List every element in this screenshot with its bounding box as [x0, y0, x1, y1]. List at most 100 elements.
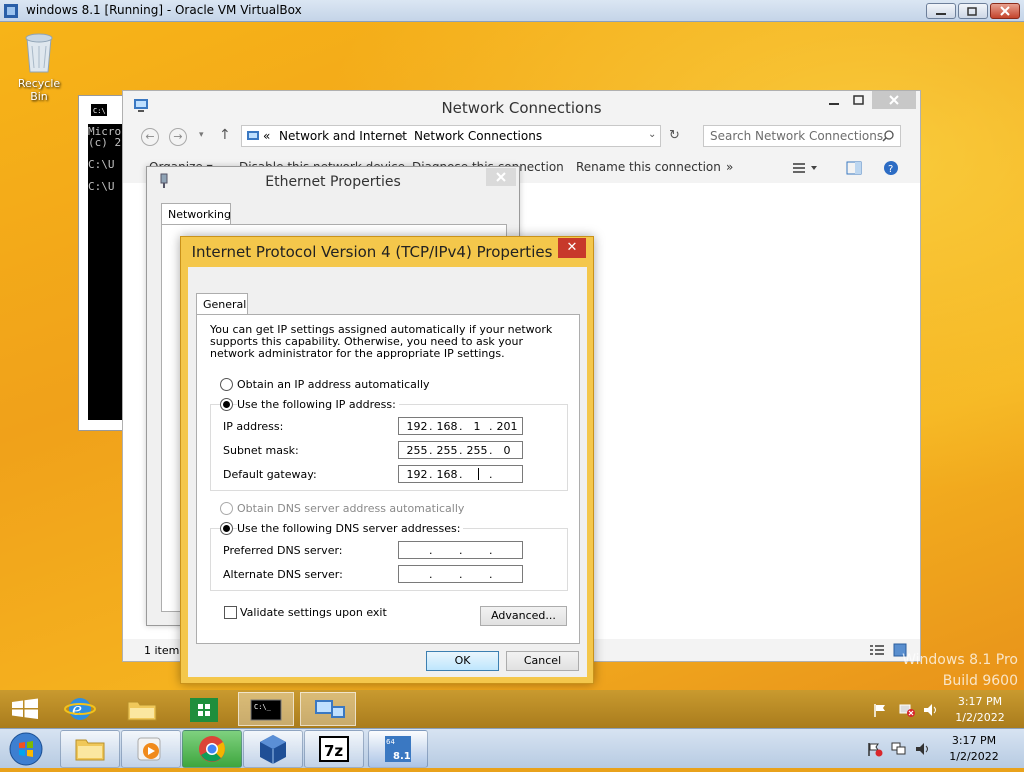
network-disconnected-icon[interactable] — [898, 702, 916, 718]
use-following-ip-radio[interactable] — [220, 398, 233, 411]
host-taskbar-7zip[interactable]: 7z — [304, 730, 364, 768]
subnet-mask-field[interactable]: 255. 255. 255. 0 — [398, 441, 523, 459]
svg-text:?: ? — [888, 164, 893, 175]
breadcrumb-network-connections[interactable]: Network Connections — [414, 129, 542, 143]
preferred-dns-field[interactable]: ... — [398, 541, 523, 559]
ip-address-field[interactable]: 192. 168. 1. 201 — [398, 417, 523, 435]
guest-desktop: Recycle Bin C:\ Micro (c) 2 C:\U C:\U Net… — [0, 22, 1024, 690]
host-volume-icon[interactable] — [914, 741, 932, 757]
taskbar-command-prompt[interactable]: C:\_ — [238, 692, 294, 726]
explorer-title: Network Connections — [441, 99, 602, 117]
host-start-button[interactable] — [4, 729, 48, 769]
default-gateway-field[interactable]: 192. 168. . — [398, 465, 523, 483]
advanced-button[interactable]: Advanced... — [480, 606, 567, 626]
guest-start-button[interactable] — [0, 692, 50, 726]
guest-taskbar: e C:\_ 3:17 PM 1/2/2022 — [0, 690, 1024, 728]
tab-general[interactable]: General — [196, 293, 248, 315]
rename-connection-button[interactable]: Rename this connection — [576, 160, 721, 174]
help-icon[interactable]: ? — [883, 160, 899, 176]
details-view-icon[interactable] — [869, 643, 885, 657]
use-following-dns-label[interactable]: Use the following DNS server addresses: — [237, 522, 464, 535]
command-prompt-icon: C:\_ — [250, 699, 282, 721]
address-bar[interactable]: « Network and Internet › Network Connect… — [241, 125, 661, 147]
virtualbox-icon — [260, 735, 286, 764]
taskbar-file-explorer[interactable] — [114, 692, 170, 726]
restore-button[interactable] — [958, 3, 988, 19]
obtain-dns-auto-label[interactable]: Obtain DNS server address automatically — [237, 502, 464, 515]
address-dropdown-icon[interactable]: ⌄ — [648, 129, 656, 140]
svg-text:C:\_: C:\_ — [254, 703, 272, 711]
chrome-icon — [199, 736, 225, 762]
refresh-icon[interactable]: ↻ — [669, 128, 680, 143]
host-taskbar-media-player[interactable] — [121, 730, 181, 768]
host-clock-date[interactable]: 1/2/2022 — [940, 750, 1008, 763]
more-commands-button[interactable]: » — [726, 160, 733, 174]
close-button[interactable] — [990, 3, 1020, 19]
address-overflow[interactable]: « — [263, 129, 270, 143]
recycle-bin-label: Recycle Bin — [17, 77, 61, 103]
taskbar-network-connections[interactable] — [300, 692, 356, 726]
host-clock-time[interactable]: 3:17 PM — [940, 734, 1008, 747]
taskbar-store[interactable] — [176, 692, 232, 726]
virtualbox-icon — [4, 4, 18, 18]
obtain-ip-auto-radio[interactable] — [220, 378, 233, 391]
search-input[interactable]: Search Network Connections — [710, 129, 883, 143]
recycle-bin-shortcut[interactable]: Recycle Bin — [8, 30, 70, 103]
volume-icon[interactable] — [922, 702, 940, 718]
host-action-center-icon[interactable] — [866, 741, 884, 757]
validate-settings-label[interactable]: Validate settings upon exit — [240, 606, 387, 619]
host-taskbar-explorer[interactable] — [60, 730, 120, 768]
host-taskbar-virtualbox[interactable] — [243, 730, 303, 768]
folder-icon — [75, 739, 105, 761]
taskbar-internet-explorer[interactable]: e — [52, 692, 108, 726]
general-panel: You can get IP settings assigned automat… — [196, 314, 580, 644]
up-arrow-icon[interactable]: ↑ — [219, 127, 231, 143]
recent-locations-icon[interactable]: ▾ — [199, 130, 204, 140]
ethernet-close-button[interactable] — [486, 168, 516, 186]
change-view-icon[interactable] — [791, 161, 821, 175]
ipv4-description: You can get IP settings assigned automat… — [210, 323, 553, 360]
guest-clock-time[interactable]: 3:17 PM — [948, 695, 1012, 708]
tab-networking[interactable]: Networking — [161, 203, 231, 225]
forward-button[interactable]: → — [169, 128, 187, 146]
explorer-close-button[interactable] — [872, 91, 916, 109]
minimize-button[interactable] — [926, 3, 956, 19]
recycle-bin-icon — [25, 33, 53, 73]
back-button[interactable]: ← — [141, 128, 159, 146]
alternate-dns-field[interactable]: ... — [398, 565, 523, 583]
host-taskbar-windows-8-1-vm[interactable]: 64 8.1 — [368, 730, 428, 768]
internet-explorer-icon: e — [64, 698, 96, 720]
alternate-dns-label: Alternate DNS server: — [223, 568, 343, 581]
windows-logo-icon — [12, 698, 38, 719]
watermark-build: Build 9600 — [942, 673, 1018, 689]
obtain-dns-auto-radio[interactable] — [220, 502, 233, 515]
explorer-maximize-icon[interactable] — [850, 93, 870, 111]
svg-text:e: e — [72, 700, 82, 720]
guest-clock-date[interactable]: 1/2/2022 — [948, 711, 1012, 724]
svg-text:8.1: 8.1 — [393, 751, 411, 762]
ip-address-label: IP address: — [223, 420, 284, 433]
explorer-minimize-icon[interactable] — [825, 93, 845, 111]
preview-pane-icon[interactable] — [846, 161, 862, 175]
breadcrumb-separator-icon: › — [399, 129, 404, 143]
host-network-icon[interactable] — [890, 741, 908, 757]
obtain-ip-auto-label[interactable]: Obtain an IP address automatically — [237, 378, 430, 391]
use-following-dns-radio[interactable] — [220, 522, 233, 535]
ethernet-title: Ethernet Properties — [265, 174, 401, 190]
store-icon — [190, 698, 218, 722]
search-box[interactable]: Search Network Connections — [703, 125, 901, 147]
host-taskbar: 7z 64 8.1 3:17 PM 1/2/2022 — [0, 728, 1024, 768]
host-taskbar-chrome[interactable] — [182, 730, 242, 768]
svg-text:64: 64 — [386, 738, 395, 746]
ok-button[interactable]: OK — [426, 651, 499, 671]
ipv4-close-button[interactable]: ✕ — [558, 238, 586, 258]
network-connections-icon — [315, 700, 345, 718]
use-following-ip-label[interactable]: Use the following IP address: — [237, 398, 399, 411]
validate-settings-checkbox[interactable] — [224, 606, 237, 619]
action-center-flag-icon[interactable] — [872, 702, 888, 718]
breadcrumb-network-and-internet[interactable]: Network and Internet — [279, 129, 407, 143]
search-icon[interactable] — [882, 130, 894, 142]
cancel-button[interactable]: Cancel — [506, 651, 579, 671]
svg-text:C:\: C:\ — [93, 107, 106, 115]
virtualbox-title-bar: windows 8.1 [Running] - Oracle VM Virtua… — [0, 0, 1024, 22]
